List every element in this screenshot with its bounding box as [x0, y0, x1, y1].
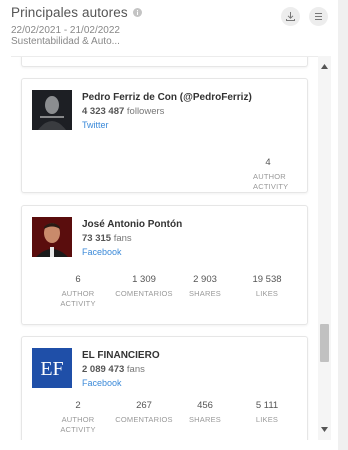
menu-icon: [315, 13, 322, 20]
top-authors-widget: Principales autores 22/02/2021 - 21/02/2…: [0, 0, 338, 450]
author-followers: 73 315 fans: [82, 233, 132, 244]
stat-comentarios: 1 309 COMENTARIOS: [115, 274, 173, 298]
author-followers: 2 089 473 fans: [82, 364, 145, 375]
options-menu-button[interactable]: [309, 7, 328, 26]
author-avatar[interactable]: [32, 90, 72, 130]
author-avatar[interactable]: [32, 217, 72, 257]
scroll-up-arrow-icon[interactable]: [318, 60, 331, 73]
date-range: 22/02/2021 - 21/02/2022: [11, 25, 120, 36]
stat-shares: 2 903 SHARES: [188, 274, 222, 298]
download-icon: [286, 12, 295, 21]
info-icon[interactable]: [132, 8, 142, 17]
author-name[interactable]: EL FINANCIERO: [82, 350, 160, 361]
vertical-scrollbar[interactable]: [318, 56, 331, 440]
author-card-partial: [21, 57, 308, 67]
author-name[interactable]: José Antonio Pontón: [82, 219, 182, 230]
filter-label[interactable]: Sustentabilidad & Auto...: [11, 36, 120, 47]
download-button[interactable]: [281, 7, 300, 26]
stat-comentarios: 267 COMENTARIOS: [115, 400, 173, 424]
stat-shares: 456 SHARES: [188, 400, 222, 424]
author-card[interactable]: José Antonio Pontón 73 315 fans Facebook…: [21, 205, 308, 325]
scrollbar-thumb[interactable]: [320, 324, 329, 362]
ef-logo-text: EF: [40, 358, 63, 380]
stat-author-activity: 6 AUTHOR ACTIVITY: [60, 274, 96, 308]
stat-likes: 5 111 LIKES: [255, 400, 279, 424]
stat-author-activity: 2 AUTHOR ACTIVITY: [60, 400, 96, 434]
author-name[interactable]: Pedro Ferriz de Con (@PedroFerriz): [82, 92, 252, 103]
scroll-down-arrow-icon[interactable]: [318, 423, 331, 436]
author-avatar[interactable]: EF: [32, 348, 72, 388]
widget-title: Principales autores: [11, 5, 142, 20]
authors-list[interactable]: Pedro Ferriz de Con (@PedroFerriz) 4 323…: [11, 56, 331, 440]
author-card[interactable]: EF EL FINANCIERO 2 089 473 fans Facebook…: [21, 336, 308, 440]
stat-author-activity: 4 AUTHOR ACTIVITY: [253, 157, 289, 191]
author-network-link[interactable]: Facebook: [82, 378, 122, 388]
author-card[interactable]: Pedro Ferriz de Con (@PedroFerriz) 4 323…: [21, 78, 308, 193]
author-network-link[interactable]: Twitter: [82, 120, 109, 130]
widget-title-text: Principales autores: [11, 5, 128, 20]
author-network-link[interactable]: Facebook: [82, 247, 122, 257]
author-followers: 4 323 487 followers: [82, 106, 165, 117]
stat-likes: 19 538 LIKES: [252, 274, 282, 298]
